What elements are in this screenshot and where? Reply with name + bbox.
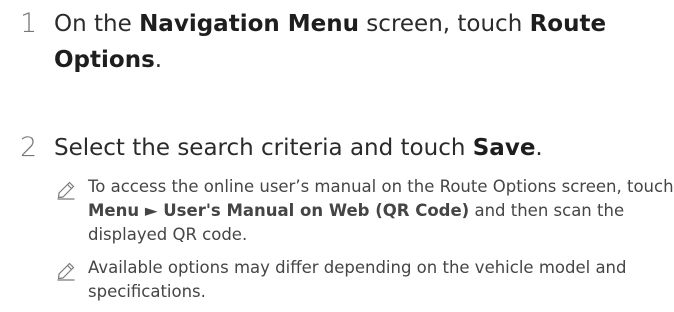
button-name: Save [472, 135, 536, 161]
pencil-icon [57, 181, 75, 200]
step-text: On the Navigation Menu screen, touch Rou… [54, 11, 607, 73]
pencil-icon [57, 262, 75, 281]
menu-path: Menu ► User's Manual on Web (QR Code) [88, 201, 470, 220]
note-text: To access the online user’s manual on th… [88, 177, 674, 244]
note-text: Available options may differ depending o… [88, 258, 627, 301]
step-number: 1 [20, 8, 38, 39]
step-number: 2 [20, 132, 38, 163]
step-text: Select the search criteria and touch Sav… [54, 135, 543, 161]
menu-name: Navigation Menu [139, 11, 359, 37]
